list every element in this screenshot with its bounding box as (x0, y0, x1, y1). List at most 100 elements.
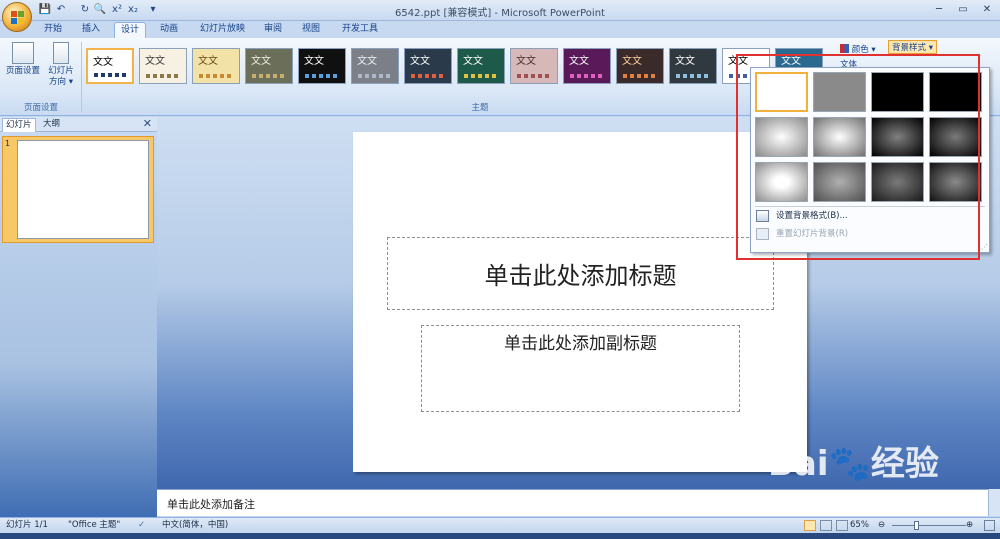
background-styles-dropdown: 设置背景格式(B)... 重置幻灯片背景(R) ⋰ (750, 67, 990, 253)
theme-label: 文文 (410, 56, 430, 67)
theme-label: 文文 (357, 56, 377, 67)
theme-label: 文文 (198, 56, 218, 67)
colors-label: 颜色 (851, 45, 869, 55)
background-style-swatch[interactable] (871, 117, 924, 157)
theme-label: 文文 (304, 56, 324, 67)
maximize-button[interactable]: ▭ (952, 2, 974, 17)
taskbar (0, 533, 1000, 539)
theme-thumbnail[interactable]: 文文 (245, 48, 293, 84)
theme-label: 文文 (463, 56, 483, 67)
background-style-swatch[interactable] (871, 162, 924, 202)
tab-insert[interactable]: 插入 (76, 22, 106, 38)
slideshow-view-icon[interactable] (836, 520, 848, 531)
theme-thumbnail[interactable]: 文文 (563, 48, 611, 84)
menu-separator (755, 206, 985, 207)
slides-panel: 1 (0, 132, 157, 517)
normal-view-icon[interactable] (804, 520, 816, 531)
zoom-level[interactable]: 65% (850, 518, 869, 533)
tab-view[interactable]: 视图 (296, 22, 326, 38)
slide-sorter-icon[interactable] (820, 520, 832, 531)
theme-label: 文文 (93, 57, 113, 68)
theme-color-dots (676, 74, 708, 78)
group-label-page-setup: 页面设置 (23, 103, 58, 113)
vertical-scrollbar[interactable] (988, 489, 1000, 516)
fit-to-window-icon[interactable] (984, 520, 995, 531)
tab-design[interactable]: 设计 (114, 22, 147, 38)
tab-review[interactable]: 审阅 (258, 22, 288, 38)
notes-placeholder: 单击此处添加备注 (167, 498, 255, 511)
theme-color-dots (146, 74, 178, 78)
zoom-out-icon[interactable]: ⊖ (878, 518, 885, 533)
background-style-swatch[interactable] (871, 72, 924, 112)
theme-thumbnail[interactable]: 文文 (669, 48, 717, 84)
background-style-swatch[interactable] (929, 117, 982, 157)
minimize-button[interactable]: ─ (928, 2, 950, 17)
theme-label: 文文 (781, 56, 801, 67)
format-background-item[interactable]: 设置背景格式(B)... (755, 208, 987, 225)
reset-background-label: 重置幻灯片背景(R) (776, 229, 849, 239)
slide-count: 幻灯片 1/1 (6, 520, 48, 530)
theme-color-dots (94, 73, 126, 77)
tab-developer[interactable]: 开发工具 (336, 22, 384, 38)
theme-name: "Office 主题" (68, 520, 121, 530)
group-separator (81, 42, 82, 112)
subtitle-placeholder[interactable]: 单击此处添加副标题 (421, 325, 740, 412)
theme-thumbnail[interactable]: 文文 (192, 48, 240, 84)
slide-orientation-button[interactable]: 幻灯片 方向 ▾ (44, 42, 78, 88)
ribbon-tabs: 开始 插入 设计 动画 幻灯片放映 审阅 视图 开发工具 (0, 21, 1000, 38)
reset-background-icon (756, 228, 769, 240)
page-setup-button[interactable]: 页面设置 (4, 42, 42, 77)
tab-animations[interactable]: 动画 (154, 22, 184, 38)
page-setup-icon (12, 42, 34, 64)
title-bar: 💾 ↶ ↻ 🔍 x² x₂ ▾ 6542.ppt [兼容模式] - Micros… (0, 0, 1000, 21)
background-style-swatch[interactable] (813, 72, 866, 112)
tab-home[interactable]: 开始 (38, 22, 68, 38)
status-bar: 幻灯片 1/1 "Office 主题" ✓ 中文(简体，中国) 65% ⊖ ⊕ (0, 517, 1000, 533)
close-button[interactable]: ✕ (976, 2, 998, 17)
notes-pane[interactable]: 单击此处添加备注 (157, 489, 988, 516)
theme-label: 文文 (145, 56, 165, 67)
zoom-slider[interactable] (892, 525, 966, 526)
theme-label: 文文 (622, 56, 642, 67)
background-style-swatch[interactable] (755, 117, 808, 157)
background-style-swatch[interactable] (813, 162, 866, 202)
theme-thumbnail[interactable]: 文文 (351, 48, 399, 84)
theme-thumbnail[interactable]: 文文 (510, 48, 558, 84)
slide-number: 1 (5, 139, 11, 148)
theme-thumbnail[interactable]: 文文 (139, 48, 187, 84)
theme-thumbnail[interactable]: 文文 (86, 48, 134, 84)
background-style-swatch[interactable] (813, 117, 866, 157)
theme-label: 文文 (728, 56, 748, 67)
resize-grip-icon[interactable]: ⋰ (981, 243, 988, 251)
title-placeholder[interactable]: 单击此处添加标题 (387, 237, 774, 310)
slide-thumbnail[interactable] (17, 140, 149, 239)
tab-outline[interactable]: 大纲 (40, 118, 63, 132)
background-style-swatch[interactable] (755, 72, 808, 112)
theme-label: 文文 (675, 56, 695, 67)
zoom-in-icon[interactable]: ⊕ (966, 518, 973, 533)
language[interactable]: 中文(简体，中国) (162, 518, 228, 533)
background-style-swatch[interactable] (929, 72, 982, 112)
orientation-icon (53, 42, 69, 64)
tab-slides[interactable]: 幻灯片 (2, 118, 36, 132)
background-style-swatch[interactable] (929, 162, 982, 202)
close-panel-icon[interactable]: ✕ (143, 117, 152, 130)
page-setup-label: 页面设置 (5, 66, 40, 76)
theme-thumbnail[interactable]: 文文 (616, 48, 664, 84)
office-button[interactable] (2, 2, 32, 32)
zoom-slider-thumb[interactable] (914, 521, 919, 530)
tab-slideshow[interactable]: 幻灯片放映 (194, 22, 251, 38)
theme-thumbnail[interactable]: 文文 (298, 48, 346, 84)
background-styles-button[interactable]: 背景样式 ▾ (888, 40, 937, 54)
colors-button[interactable]: 颜色 ▾ (840, 43, 876, 55)
theme-color-dots (623, 74, 655, 78)
spelling-check-icon[interactable]: ✓ (138, 518, 145, 533)
slide-canvas[interactable]: 单击此处添加标题 单击此处添加副标题 (353, 132, 807, 472)
theme-thumbnail[interactable]: 文文 (457, 48, 505, 84)
orientation-label-2: 方向 (49, 77, 67, 87)
background-style-swatch[interactable] (755, 162, 808, 202)
left-panel-tabs: 幻灯片 大纲 ✕ (0, 117, 157, 132)
theme-color-dots (464, 74, 496, 78)
theme-color-dots (305, 74, 337, 78)
theme-thumbnail[interactable]: 文文 (404, 48, 452, 84)
